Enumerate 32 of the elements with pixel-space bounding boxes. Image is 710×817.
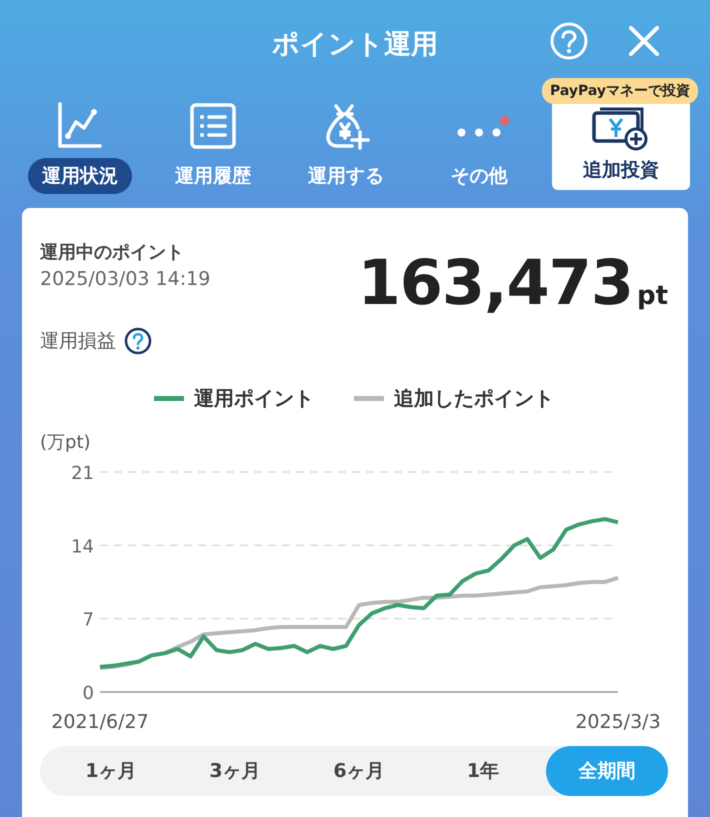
y-tick-label: 21 xyxy=(71,463,94,484)
legend-label: 追加したポイント xyxy=(394,385,554,412)
timestamp: 2025/03/03 14:19 xyxy=(40,268,210,290)
banknote-plus-icon xyxy=(592,107,650,151)
line-chart-icon xyxy=(56,102,104,150)
close-button[interactable] xyxy=(628,25,660,57)
summary-label: 運用中のポイント xyxy=(40,241,185,264)
period-tab[interactable]: 6ヶ月 xyxy=(298,746,420,796)
promo-badge: PayPayマネーで投資 xyxy=(542,78,698,104)
profit-label: 運用損益 xyxy=(40,329,116,354)
nav-tab[interactable]: 運用状況 xyxy=(20,102,140,208)
x-tick-label: 2021/6/27 xyxy=(51,711,149,733)
tab-label: 運用する xyxy=(307,165,385,189)
tab-label: その他 xyxy=(450,165,509,189)
tab-label: 運用履歴 xyxy=(174,165,252,189)
help-icon[interactable] xyxy=(124,327,152,355)
points-unit: pt xyxy=(636,281,668,311)
page-title: ポイント運用 xyxy=(272,28,438,62)
period-tab[interactable]: 1ヶ月 xyxy=(50,746,172,796)
y-tick-label: 7 xyxy=(82,610,94,631)
period-tab[interactable]: 1年 xyxy=(422,746,544,796)
y-tick-label: 0 xyxy=(82,683,94,704)
points-value: 163,473 xyxy=(358,246,633,319)
x-tick-label: 2025/3/3 xyxy=(575,711,661,733)
list-icon xyxy=(189,102,237,150)
more-icon xyxy=(457,128,501,137)
y-axis-unit: (万pt) xyxy=(40,432,91,453)
tab-label: 運用状況 xyxy=(28,158,132,194)
period-tab[interactable]: 3ヶ月 xyxy=(174,746,296,796)
legend-label: 運用ポイント xyxy=(194,385,314,412)
help-button[interactable] xyxy=(550,22,588,60)
y-tick-label: 14 xyxy=(71,536,94,558)
